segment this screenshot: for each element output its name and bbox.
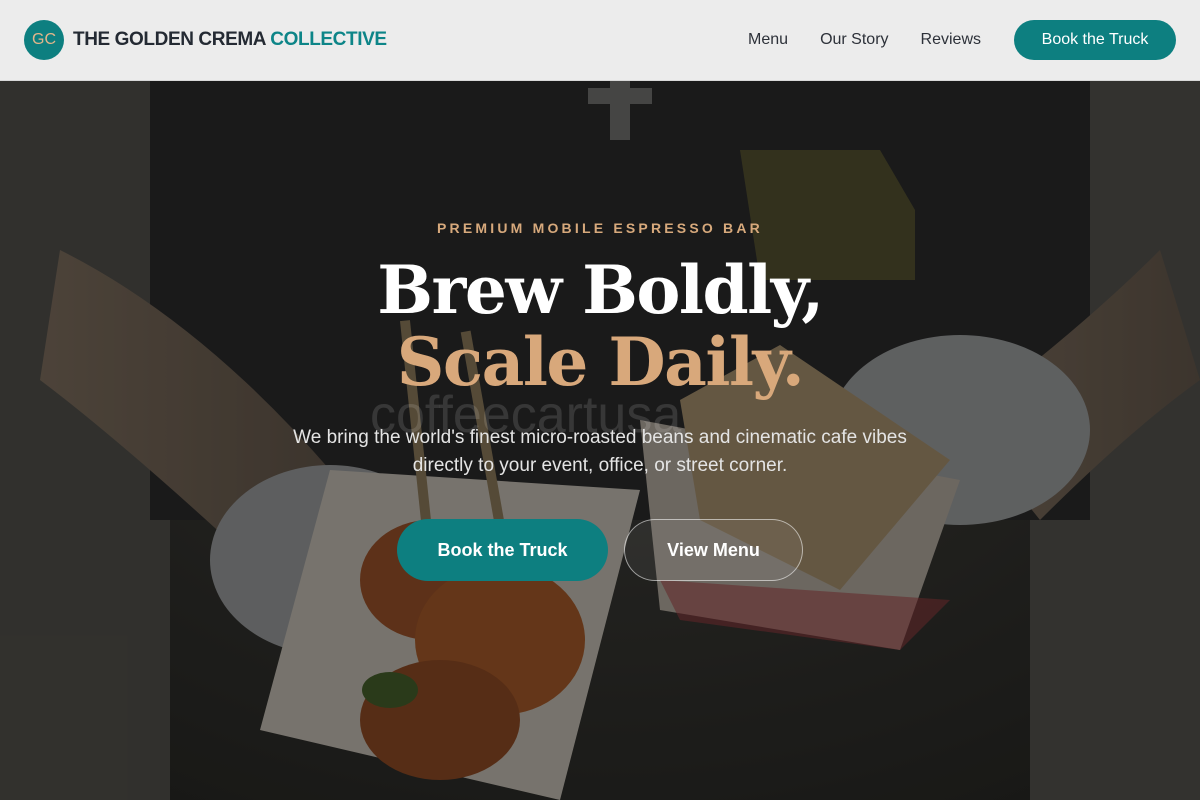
brand-accent: COLLECTIVE [270,29,387,50]
headline-line-2: Scale Daily. [396,323,805,401]
hero-headline: Brew Boldly, Scale Daily. [0,254,1200,398]
logo-badge[interactable]: GC [24,20,64,60]
top-navigation: GC THE GOLDEN CREMA COLLECTIVE Menu Our … [0,0,1200,81]
nav-link-reviews[interactable]: Reviews [921,31,981,49]
view-menu-button[interactable]: View Menu [624,519,803,581]
brand-primary: THE GOLDEN CREMA [73,29,266,50]
book-truck-nav-button[interactable]: Book the Truck [1014,20,1176,60]
book-truck-hero-button[interactable]: Book the Truck [397,519,608,581]
nav-links: Menu Our Story Reviews [748,31,981,49]
headline-line-1: Brew Boldly, [377,251,824,329]
hero-eyebrow: PREMIUM MOBILE ESPRESSO BAR [437,220,763,236]
nav-link-menu[interactable]: Menu [748,31,788,49]
brand-name[interactable]: THE GOLDEN CREMA COLLECTIVE [73,29,387,51]
logo-initials: GC [32,31,56,48]
hero-subtitle: We bring the world's finest micro-roaste… [293,427,907,476]
nav-link-our-story[interactable]: Our Story [820,31,888,49]
